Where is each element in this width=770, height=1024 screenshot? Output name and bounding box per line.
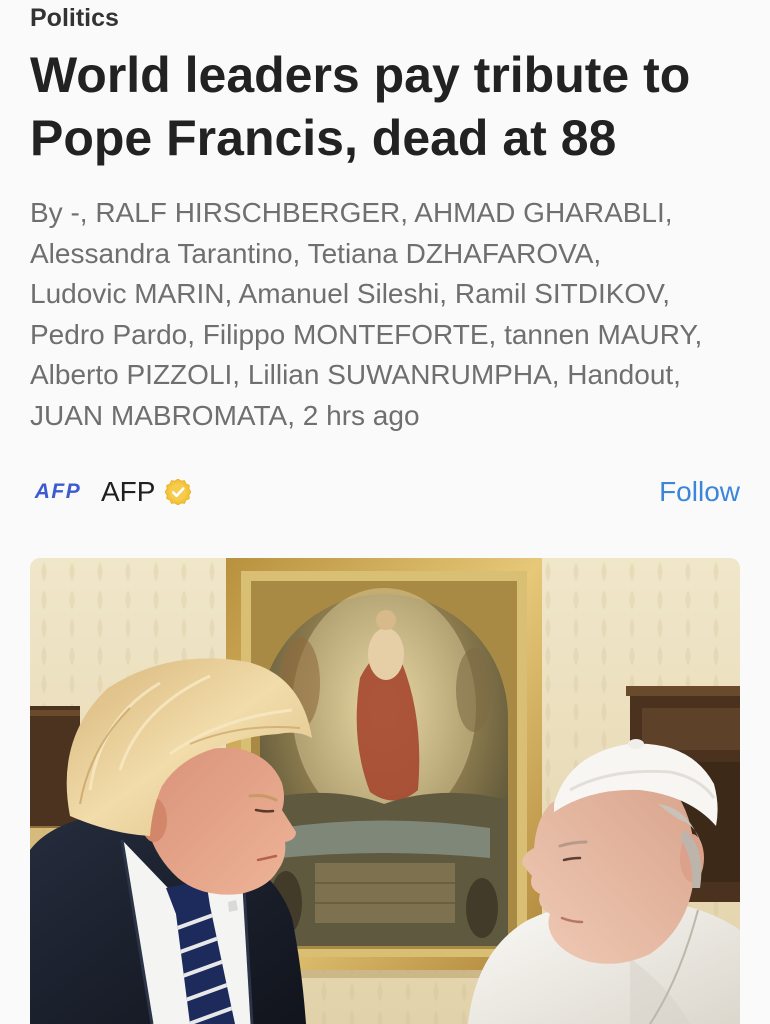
byline: By -, RALF HIRSCHBERGER, AHMAD GHARABLI,… bbox=[30, 193, 702, 436]
byline-line: Ludovic MARIN, Amanuel Sileshi, Ramil SI… bbox=[30, 278, 671, 309]
publisher-info: AFP AFP bbox=[30, 476, 192, 508]
byline-line: By -, RALF HIRSCHBERGER, AHMAD GHARABLI, bbox=[30, 197, 673, 228]
verified-badge-icon bbox=[165, 479, 192, 505]
article-photo[interactable] bbox=[30, 558, 740, 1024]
article-page: Politics World leaders pay tribute to Po… bbox=[0, 0, 770, 1024]
follow-button[interactable]: Follow bbox=[659, 476, 740, 508]
byline-line: Alessandra Tarantino, Tetiana DZHAFAROVA… bbox=[30, 237, 602, 269]
category-label[interactable]: Politics bbox=[30, 4, 119, 32]
byline-line: Pedro Pardo, Filippo MONTEFORTE, tannen … bbox=[30, 318, 703, 350]
byline-line: Alberto PIZZOLI, Lillian SUWANRUMPHA, Ha… bbox=[30, 359, 681, 390]
publisher-row: AFP AFP Follow bbox=[30, 470, 740, 514]
byline-last-line: JUAN MABROMATA, 2 hrs ago bbox=[30, 396, 702, 437]
publisher-name[interactable]: AFP bbox=[101, 476, 155, 508]
headline: World leaders pay tribute to Pope Franci… bbox=[30, 47, 691, 166]
afp-logo[interactable]: AFP bbox=[30, 480, 86, 504]
byline-authors-end: JUAN MABROMATA, bbox=[30, 399, 295, 431]
timestamp: 2 hrs ago bbox=[302, 399, 420, 431]
